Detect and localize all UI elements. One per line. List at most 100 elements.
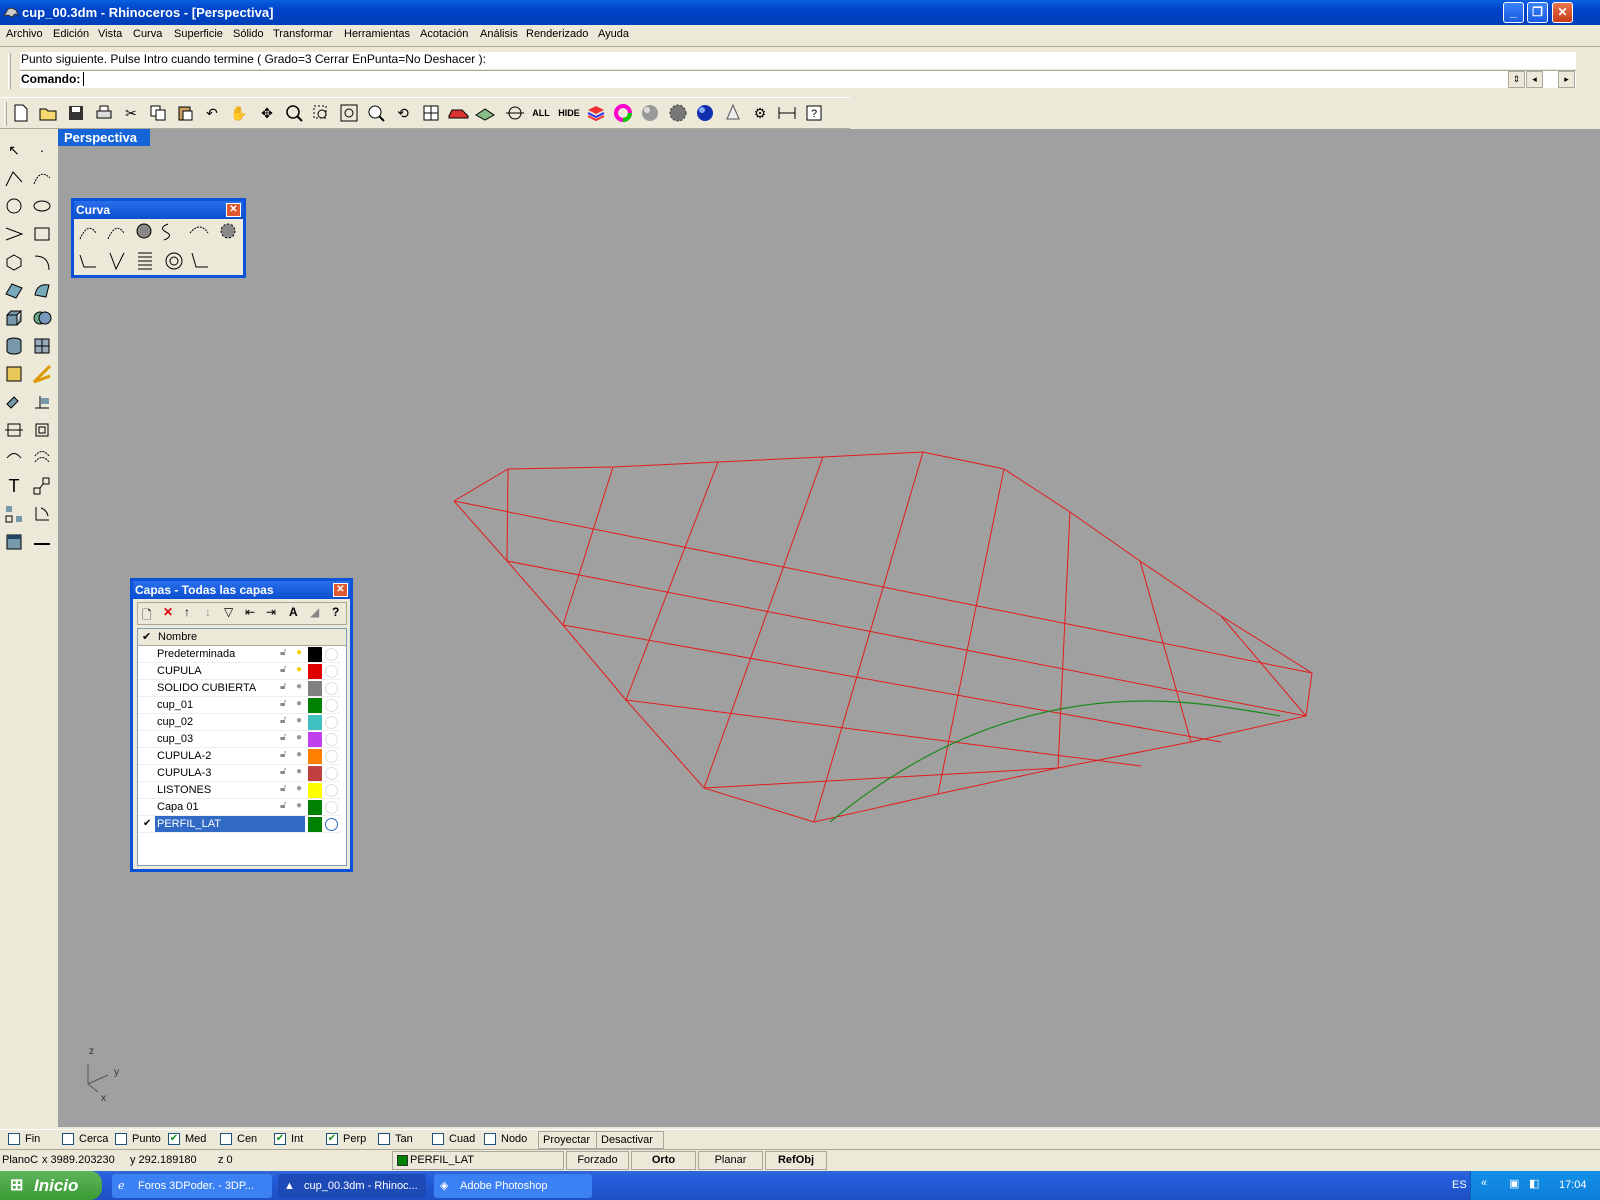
group-icon[interactable]	[1, 501, 27, 527]
perfil-curve[interactable]	[829, 700, 1281, 823]
rotate-view-icon[interactable]: ✥	[254, 100, 280, 126]
mode-orto[interactable]: Orto	[631, 1151, 696, 1170]
bulb-icon[interactable]: ●	[296, 749, 302, 760]
osnap-punto[interactable]: Punto	[115, 1133, 161, 1145]
language-indicator[interactable]: ES	[1452, 1171, 1467, 1200]
mesh-icon[interactable]	[29, 333, 55, 359]
layer-material-icon[interactable]	[325, 648, 338, 661]
layer-row[interactable]: CUPULA-3 🔓︎ ●	[138, 765, 340, 782]
layer-color-swatch[interactable]	[308, 664, 322, 679]
layer-color-swatch[interactable]	[308, 800, 322, 815]
select-arrow-icon[interactable]: ↖	[1, 137, 27, 163]
circle-icon[interactable]	[1, 193, 27, 219]
sketch-sphere-icon[interactable]	[136, 223, 152, 239]
save-icon[interactable]	[63, 100, 89, 126]
checkbox-icon[interactable]: ✔	[274, 1133, 286, 1145]
box-icon[interactable]	[1, 305, 27, 331]
bulb-icon[interactable]: ●	[296, 783, 302, 794]
header-name[interactable]: Nombre	[158, 631, 197, 643]
layer-material-icon[interactable]	[325, 716, 338, 729]
layer-material-icon[interactable]	[325, 699, 338, 712]
layer-material-icon[interactable]	[325, 801, 338, 814]
lock-icon[interactable]: 🔓︎	[280, 647, 286, 658]
lock-icon[interactable]: 🔓︎	[280, 715, 286, 726]
edit-tools-icon[interactable]	[1, 389, 27, 415]
zoom-window-icon[interactable]	[308, 100, 334, 126]
layer-row[interactable]: cup_03 🔓︎ ●	[138, 731, 340, 748]
lock-icon[interactable]: 🔓︎	[280, 681, 286, 692]
task-firefox[interactable]: ℯ Foros 3DPoder. - 3DP...	[112, 1174, 272, 1198]
options-gear-icon[interactable]: ⚙	[747, 100, 773, 126]
osnap-icon[interactable]	[502, 100, 528, 126]
scroll-right-icon[interactable]: ▸	[1558, 71, 1575, 88]
pan-hand-icon[interactable]: ✋	[226, 100, 252, 126]
bulb-icon[interactable]: ●	[296, 698, 302, 709]
lock-icon[interactable]: 🔓︎	[280, 800, 286, 811]
tray-arrow-icon[interactable]: «	[1481, 1177, 1487, 1189]
restore-button[interactable]: ❐	[1527, 2, 1548, 23]
layer-color-swatch[interactable]	[308, 783, 322, 798]
checkbox-icon[interactable]	[378, 1133, 390, 1145]
osnap-perp[interactable]: ✔ Perp	[326, 1133, 366, 1145]
layer-row[interactable]: cup_02 🔓︎ ●	[138, 714, 340, 731]
paste-icon[interactable]	[172, 100, 198, 126]
layer-row[interactable]: cup_01 🔓︎ ●	[138, 697, 340, 714]
command-line[interactable]: Comando:	[20, 70, 1576, 88]
command-spin-icon[interactable]: ⇕	[1508, 71, 1525, 88]
rotate-icon[interactable]	[29, 501, 55, 527]
explode-icon[interactable]	[29, 361, 55, 387]
boolean-union-icon[interactable]	[29, 305, 55, 331]
lock-icon[interactable]: 🔓︎	[280, 664, 286, 675]
move-down-icon[interactable]: ↓	[205, 605, 211, 619]
task-photoshop[interactable]: ◈ Adobe Photoshop	[434, 1174, 592, 1198]
point-icon[interactable]: ·	[29, 137, 55, 163]
rename-icon[interactable]: A	[289, 605, 298, 619]
arc-icon[interactable]	[1, 221, 27, 247]
menu-vista[interactable]: Vista	[98, 28, 122, 40]
layer-row[interactable]: ✔ PERFIL_LAT	[138, 816, 340, 833]
bulb-icon[interactable]: ●	[296, 800, 302, 811]
zoom-extents-icon[interactable]	[336, 100, 362, 126]
color-wheel-icon[interactable]	[610, 100, 636, 126]
spiral-icon[interactable]	[165, 252, 183, 270]
command-grip[interactable]	[8, 53, 11, 89]
close-button[interactable]: ✕	[1552, 2, 1573, 23]
layer-name[interactable]: PERFIL_LAT	[155, 816, 305, 832]
layers-panel-titlebar[interactable]: Capas - Todas las capas ✕	[133, 581, 350, 599]
bulb-icon[interactable]: ●	[296, 715, 302, 726]
help-icon[interactable]: ?	[801, 100, 827, 126]
menu-transformar[interactable]: Transformar	[273, 28, 333, 40]
surface-tool-icon[interactable]	[29, 277, 55, 303]
conic-curve-icon[interactable]	[191, 252, 208, 268]
lock-icon[interactable]: 🔓︎	[280, 766, 286, 777]
clock[interactable]: 17:04	[1559, 1179, 1587, 1191]
layers-icon[interactable]	[583, 100, 609, 126]
helix-icon[interactable]	[138, 252, 152, 270]
trim-icon[interactable]	[29, 389, 55, 415]
interpolate-curve-icon[interactable]	[107, 227, 125, 240]
copy-icon[interactable]	[145, 100, 171, 126]
toolbar-grip[interactable]	[4, 102, 7, 126]
layer-color-swatch[interactable]	[308, 766, 322, 781]
layer-row[interactable]: CUPULA 🔓︎ ●	[138, 663, 340, 680]
layer-name[interactable]: CUPULA	[157, 665, 202, 677]
layer-color-swatch[interactable]	[308, 715, 322, 730]
layer-material-icon[interactable]	[325, 767, 338, 780]
render-preview-icon[interactable]	[472, 100, 498, 126]
checkbox-icon[interactable]	[8, 1133, 20, 1145]
surface-from-points-icon[interactable]	[1, 277, 27, 303]
lock-icon[interactable]: 🔓︎	[280, 732, 286, 743]
layer-material-icon[interactable]	[325, 750, 338, 763]
layer-row[interactable]: SOLIDO CUBIERTA 🔓︎ ●	[138, 680, 340, 697]
layer-import-icon[interactable]: ⇤	[245, 605, 255, 619]
checkbox-icon[interactable]	[484, 1133, 496, 1145]
mode-planar[interactable]: Planar	[698, 1151, 763, 1170]
checkbox-icon[interactable]	[115, 1133, 127, 1145]
select-all-icon[interactable]: ALL	[528, 100, 554, 126]
bulb-icon[interactable]: ●	[296, 766, 302, 777]
layer-row[interactable]: CUPULA-2 🔓︎ ●	[138, 748, 340, 765]
shaded-car-icon[interactable]	[445, 100, 471, 126]
viewport-title-tab[interactable]: Perspectiva	[58, 129, 150, 146]
layer-name[interactable]: cup_02	[157, 716, 193, 728]
zoom-selected-icon[interactable]	[363, 100, 389, 126]
